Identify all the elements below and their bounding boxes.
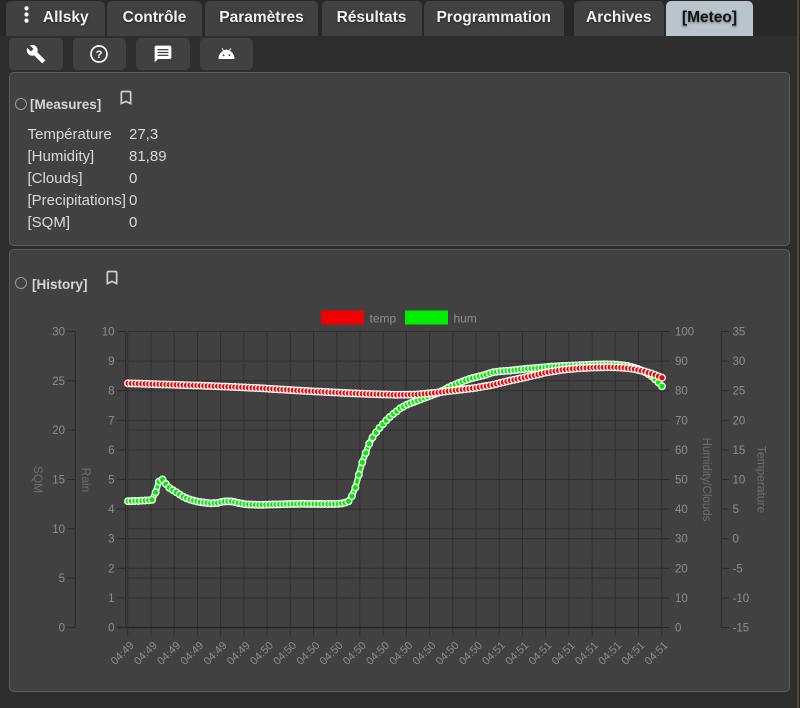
svg-text:20: 20 <box>733 415 746 427</box>
svg-text:04:50: 04:50 <box>248 640 276 668</box>
svg-text:3: 3 <box>108 534 114 546</box>
svg-text:2: 2 <box>108 563 114 575</box>
svg-text:15: 15 <box>52 475 65 487</box>
svg-text:30: 30 <box>733 356 746 368</box>
svg-text:70: 70 <box>675 415 688 427</box>
svg-text:-15: -15 <box>733 623 750 635</box>
svg-text:20: 20 <box>52 425 65 437</box>
svg-text:6: 6 <box>108 445 114 457</box>
svg-text:04:50: 04:50 <box>364 640 392 668</box>
svg-text:04:49: 04:49 <box>155 640 183 668</box>
svg-text:04:51: 04:51 <box>573 640 601 668</box>
svg-text:Rain: Rain <box>79 468 93 493</box>
svg-text:40: 40 <box>675 504 688 516</box>
svg-text:04:50: 04:50 <box>457 640 485 668</box>
svg-text:04:51: 04:51 <box>643 640 671 668</box>
svg-text:25: 25 <box>52 376 65 388</box>
svg-text:04:51: 04:51 <box>619 640 647 668</box>
svg-text:20: 20 <box>675 563 688 575</box>
svg-text:04:49: 04:49 <box>178 640 206 668</box>
svg-text:04:50: 04:50 <box>294 640 322 668</box>
svg-text:10: 10 <box>102 327 115 339</box>
svg-text:04:51: 04:51 <box>503 640 531 668</box>
svg-text:35: 35 <box>733 327 746 339</box>
svg-text:90: 90 <box>675 356 688 368</box>
svg-text:temp: temp <box>370 312 397 326</box>
svg-text:100: 100 <box>675 327 694 339</box>
svg-text:10: 10 <box>675 593 688 605</box>
svg-text:15: 15 <box>733 445 746 457</box>
svg-text:04:49: 04:49 <box>202 640 230 668</box>
svg-text:Humidity/Clouds: Humidity/Clouds <box>700 438 712 522</box>
svg-text:5: 5 <box>733 504 739 516</box>
svg-text:04:51: 04:51 <box>596 640 624 668</box>
svg-text:80: 80 <box>675 386 688 398</box>
svg-text:04:50: 04:50 <box>318 640 346 668</box>
svg-text:0: 0 <box>675 623 681 635</box>
svg-text:10: 10 <box>733 475 746 487</box>
svg-text:04:50: 04:50 <box>341 640 369 668</box>
svg-text:25: 25 <box>733 386 746 398</box>
svg-text:hum: hum <box>454 312 477 326</box>
svg-text:1: 1 <box>108 593 114 605</box>
svg-text:9: 9 <box>108 356 114 368</box>
svg-text:04:50: 04:50 <box>434 640 462 668</box>
svg-text:0: 0 <box>733 534 739 546</box>
svg-text:04:50: 04:50 <box>411 640 439 668</box>
svg-text:5: 5 <box>108 475 114 487</box>
svg-text:04:51: 04:51 <box>480 640 508 668</box>
svg-text:04:50: 04:50 <box>271 640 299 668</box>
svg-text:04:49: 04:49 <box>109 640 137 668</box>
svg-text:04:51: 04:51 <box>550 640 578 668</box>
svg-text:Temperature: Temperature <box>755 446 769 514</box>
svg-text:30: 30 <box>52 327 65 339</box>
svg-text:30: 30 <box>675 534 688 546</box>
svg-text:50: 50 <box>675 475 688 487</box>
svg-text:04:49: 04:49 <box>225 640 253 668</box>
svg-text:5: 5 <box>59 573 65 585</box>
svg-text:-10: -10 <box>733 593 750 605</box>
svg-text:04:51: 04:51 <box>527 640 555 668</box>
svg-text:SQM: SQM <box>31 466 45 493</box>
svg-text:0: 0 <box>108 623 114 635</box>
svg-text:0: 0 <box>59 623 65 635</box>
svg-text:8: 8 <box>108 386 114 398</box>
svg-text:60: 60 <box>675 445 688 457</box>
svg-text:-5: -5 <box>733 563 743 575</box>
svg-text:4: 4 <box>108 504 115 516</box>
svg-text:04:50: 04:50 <box>387 640 415 668</box>
svg-text:7: 7 <box>108 415 114 427</box>
svg-text:04:49: 04:49 <box>132 640 160 668</box>
svg-text:10: 10 <box>52 524 65 536</box>
